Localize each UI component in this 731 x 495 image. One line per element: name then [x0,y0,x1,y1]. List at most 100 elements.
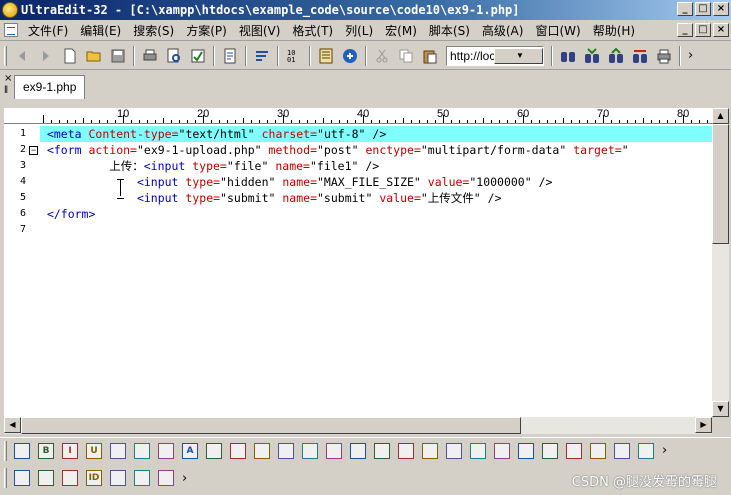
table-icon[interactable] [11,467,33,489]
code-line[interactable] [40,222,712,238]
copy-icon[interactable] [395,45,417,67]
menu-column[interactable]: 列(L) [339,22,379,39]
menu-format[interactable]: 格式(T) [286,22,339,39]
toolbar-overflow-chevron-icon[interactable]: › [688,48,693,63]
scroll-up-icon[interactable]: ▲ [712,108,729,124]
link-icon[interactable] [587,440,609,462]
vertical-scrollbar[interactable]: ▲ ▼ [712,108,729,417]
print-preview-icon[interactable] [163,45,185,67]
hex-mode-icon[interactable]: 10 01 [283,45,305,67]
minimize-button[interactable]: _ [677,2,693,16]
button-icon[interactable] [515,440,537,462]
scroll-left-icon[interactable]: ◀ [4,417,21,433]
select-icon[interactable] [443,440,465,462]
image-icon[interactable] [539,440,561,462]
indent-icon[interactable] [299,440,321,462]
list-icon[interactable] [131,440,153,462]
back-arrow-icon[interactable] [11,45,33,67]
plugin-icon[interactable] [635,440,657,462]
close-button[interactable]: × [713,2,729,16]
open-folder-icon[interactable] [83,45,105,67]
spell-check-icon[interactable] [187,45,209,67]
new-file-icon[interactable] [59,45,81,67]
toolbar-overflow-chevron-icon[interactable]: › [182,471,187,486]
align-center-icon[interactable] [227,440,249,462]
password-icon[interactable] [419,440,441,462]
menu-view[interactable]: 视图(V) [233,22,287,39]
toolbar-grip[interactable] [4,440,7,461]
cut-icon[interactable] [371,45,393,67]
menu-edit[interactable]: 编辑(E) [74,22,127,39]
code-line[interactable]: <input type="hidden" name="MAX_FILE_SIZE… [40,174,712,190]
tab-close-icon[interactable]: × [4,73,12,84]
toolbar-grip[interactable] [4,45,7,66]
scroll-right-icon[interactable]: ▶ [695,417,712,433]
vertical-scroll-thumb[interactable] [712,124,729,244]
code-line[interactable]: 上传：<input type="file" name="file1" /> [40,158,712,174]
fold-toggle-icon[interactable]: − [29,146,38,155]
menu-project[interactable]: 方案(P) [180,22,233,39]
ultraedit-app-icon[interactable] [2,2,18,18]
code-line[interactable]: </form> [40,206,712,222]
menu-macro[interactable]: 宏(M) [379,22,423,39]
menu-window[interactable]: 窗口(W) [529,22,586,39]
font-icon[interactable]: A [179,440,201,462]
print-page-icon[interactable] [653,45,675,67]
align-right-icon[interactable] [251,440,273,462]
menu-advanced[interactable]: 高级(A) [476,22,530,39]
menu-help[interactable]: 帮助(H) [587,22,641,39]
document-icon[interactable] [4,23,18,37]
validate-icon[interactable] [59,467,81,489]
bold-icon[interactable]: B [35,440,57,462]
form-icon[interactable] [323,440,345,462]
check-icon[interactable] [155,467,177,489]
replace-icon[interactable] [629,45,651,67]
find-next-icon[interactable] [581,45,603,67]
number-icon[interactable] [107,467,129,489]
paste-icon[interactable] [419,45,441,67]
code-line[interactable]: <meta Content-type="text/html" charset="… [40,126,712,142]
special-char-icon[interactable] [611,440,633,462]
code-line[interactable]: <form action="ex9-1-upload.php" method="… [40,142,712,158]
url-combo[interactable]: http://localhos ▼ [446,45,544,66]
document-properties-icon[interactable] [219,45,241,67]
forward-arrow-icon[interactable] [35,45,57,67]
horizontal-scrollbar[interactable]: ◀ ▶ [4,417,712,434]
numbered-list-icon[interactable] [155,440,177,462]
maximize-button[interactable]: □ [695,2,711,16]
code-editor[interactable]: 1 <meta Content-type="text/html" charset… [4,124,712,417]
copy-layer-icon[interactable] [35,467,57,489]
justify-icon[interactable] [275,440,297,462]
url-value[interactable]: http://localhos [447,49,494,63]
textarea-icon[interactable] [395,440,417,462]
toolbar-overflow-chevron-icon[interactable]: › [662,443,667,458]
tab-pin-icon[interactable]: ‖ [4,85,8,96]
anchor-icon[interactable] [563,440,585,462]
align-left-icon[interactable] [107,440,129,462]
web-browser-icon[interactable] [339,45,361,67]
dropdown-arrow-icon[interactable]: ▼ [494,47,543,64]
menu-file[interactable]: 文件(F) [22,22,74,39]
find-icon[interactable] [557,45,579,67]
code-line[interactable]: <input type="submit" name="submit" value… [40,190,712,206]
radio-icon[interactable] [491,440,513,462]
find-prev-icon[interactable] [605,45,627,67]
tab-ex9-1-php[interactable]: ex9-1.php [14,75,86,99]
label-icon[interactable] [371,440,393,462]
input-icon[interactable] [347,440,369,462]
underline-icon[interactable]: U [83,440,105,462]
ruler-tool-icon[interactable] [131,467,153,489]
horizontal-scroll-thumb[interactable] [21,417,521,434]
menu-script[interactable]: 脚本(S) [423,22,476,39]
edit-icon[interactable] [203,440,225,462]
html-tag-icon[interactable] [11,440,33,462]
menu-search[interactable]: 搜索(S) [127,22,180,39]
doc-restore-button[interactable]: □ [695,23,711,37]
save-icon[interactable] [107,45,129,67]
doc-minimize-button[interactable]: _ [677,23,693,37]
toolbar-grip[interactable] [4,468,7,488]
doc-close-button[interactable]: × [713,23,729,37]
print-icon[interactable] [139,45,161,67]
checkbox-icon[interactable] [467,440,489,462]
id-icon[interactable]: ID [83,467,105,489]
